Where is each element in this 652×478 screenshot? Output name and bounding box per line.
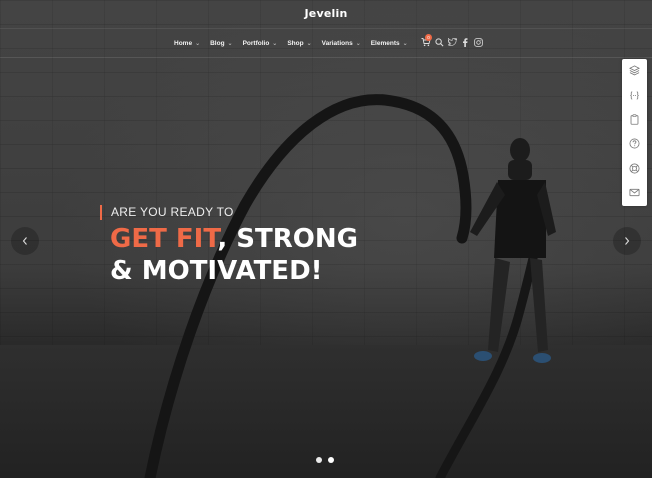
- chevron-down-icon: ⌄: [306, 40, 312, 47]
- nav-item-portfolio[interactable]: Portfolio ⌄: [243, 40, 278, 47]
- site-logo[interactable]: Jevelin: [0, 7, 652, 20]
- nav-item-label: Variations: [321, 39, 353, 47]
- slider-pagination: [316, 457, 340, 463]
- slider-dot-1[interactable]: [316, 457, 322, 463]
- chevron-down-icon: ⌄: [355, 40, 361, 47]
- main-navigation: Home ⌄ Blog ⌄ Portfolio ⌄ Shop ⌄ Variati…: [174, 37, 418, 49]
- nav-item-variations[interactable]: Variations ⌄: [322, 40, 361, 47]
- chevron-down-icon: ⌄: [195, 40, 201, 47]
- chevron-down-icon: ⌄: [402, 40, 408, 47]
- hero-headline-line-1: GET FIT, STRONG: [110, 223, 430, 255]
- instagram-icon[interactable]: [472, 36, 484, 48]
- battle-rope: [144, 94, 472, 478]
- hero-pre-title: ARE YOU READY TO: [100, 205, 234, 220]
- slider-prev-button[interactable]: [11, 227, 39, 255]
- help-icon[interactable]: [628, 137, 641, 150]
- header-icons: 0: [420, 34, 485, 48]
- nav-item-blog[interactable]: Blog ⌄: [210, 40, 232, 47]
- chevron-left-icon: [22, 237, 27, 245]
- header-divider: [0, 28, 652, 29]
- slider-dot-2[interactable]: [328, 457, 334, 463]
- support-icon[interactable]: [628, 162, 641, 175]
- battle-rope-lower: [435, 245, 540, 478]
- nav-item-home[interactable]: Home ⌄: [174, 40, 200, 47]
- code-icon[interactable]: [628, 89, 641, 102]
- facebook-icon[interactable]: [459, 36, 471, 48]
- demo-tools-sidebar: [622, 59, 647, 206]
- hero-headline-rest: , STRONG: [217, 224, 358, 254]
- nav-item-label: Shop: [287, 39, 304, 47]
- nav-item-label: Home: [174, 39, 193, 47]
- chevron-down-icon: ⌄: [272, 40, 278, 47]
- nav-item-label: Elements: [370, 39, 400, 47]
- mail-icon[interactable]: [628, 186, 641, 199]
- search-icon[interactable]: [433, 36, 445, 48]
- hero-headline-accent: GET FIT: [110, 224, 218, 254]
- hero-headline: GET FIT, STRONG & MOTIVATED!: [110, 223, 430, 287]
- nav-item-label: Portfolio: [242, 39, 270, 47]
- nav-item-elements[interactable]: Elements ⌄: [371, 40, 408, 47]
- nav-item-shop[interactable]: Shop ⌄: [287, 40, 311, 47]
- chevron-right-icon: [625, 237, 630, 245]
- twitter-icon[interactable]: [446, 36, 458, 48]
- hero-headline-line-2: & MOTIVATED!: [110, 256, 323, 286]
- nav-item-label: Blog: [210, 39, 225, 47]
- layers-icon[interactable]: [628, 64, 641, 77]
- site-header: Jevelin Home ⌄ Blog ⌄ Portfolio ⌄ Shop ⌄…: [0, 0, 652, 58]
- cart-icon[interactable]: 0: [420, 34, 432, 48]
- clipboard-icon[interactable]: [628, 113, 641, 126]
- slider-next-button[interactable]: [613, 227, 641, 255]
- cart-count-badge: 0: [425, 34, 432, 41]
- chevron-down-icon: ⌄: [227, 40, 233, 47]
